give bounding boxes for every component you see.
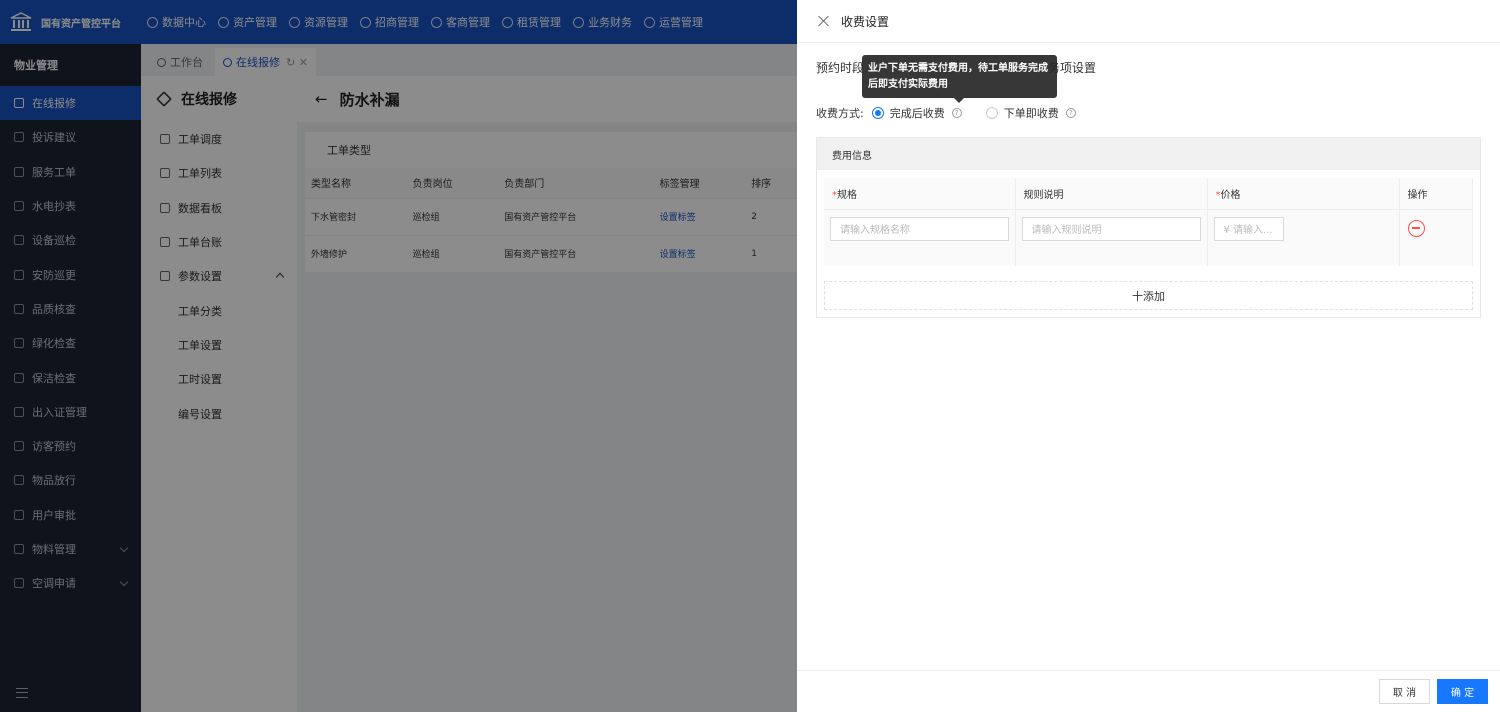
column-label: 价格	[1220, 189, 1241, 201]
column-header-spec: *规格	[824, 178, 1016, 209]
close-icon[interactable]	[817, 14, 831, 28]
remove-row-icon[interactable]	[1407, 219, 1425, 237]
column-header-price: *价格	[1207, 178, 1400, 209]
fee-header-row: *规格 规则说明 *价格 操作	[824, 178, 1473, 209]
rule-input[interactable]: 请输入规则说明	[1021, 216, 1201, 241]
spec-input[interactable]: 请输入规格名称	[830, 216, 1009, 241]
fee-table: *规格 规则说明 *价格 操作 请输入规格名称 请输入规则说明 ¥ 请输入...	[824, 178, 1473, 266]
drawer-footer: 取 消 确 定	[797, 670, 1500, 712]
column-header-op: 操作	[1399, 178, 1473, 209]
modal-mask[interactable]	[0, 0, 797, 712]
table-row: 请输入规格名称 请输入规则说明 ¥ 请输入...	[824, 208, 1473, 266]
cancel-button[interactable]: 取 消	[1379, 679, 1430, 704]
fee-info-box: 费用信息 *规格 规则说明 *价格 操作 请输入规格名称 请输入规则说明 ¥ 请…	[816, 137, 1481, 318]
spec-cell: 请输入规格名称	[824, 208, 1016, 266]
add-row-button[interactable]: 十添加	[824, 281, 1473, 310]
radio-pay-after[interactable]: 完成后收费?	[871, 105, 978, 121]
op-cell	[1399, 208, 1473, 266]
drawer-header: 收费设置	[797, 0, 1500, 43]
tab-booking-period[interactable]: 预约时段	[816, 59, 864, 76]
help-icon[interactable]: ?	[1065, 108, 1076, 118]
drawer-title: 收费设置	[841, 14, 890, 29]
charge-method-row: 收费方式: 完成后收费? 下单即收费?	[816, 104, 1092, 122]
column-header-rule: 规则说明	[1015, 178, 1208, 209]
radio-label: 下单即收费	[1003, 107, 1059, 120]
column-label: 规格	[837, 189, 857, 201]
fee-info-title: 费用信息	[817, 138, 1480, 170]
radio-checked-icon	[871, 107, 884, 119]
radio-label: 完成后收费	[889, 107, 945, 120]
radio-pay-on-order[interactable]: 下单即收费?	[985, 105, 1092, 121]
price-cell: ¥ 请输入...	[1207, 208, 1400, 266]
price-input[interactable]: ¥ 请输入...	[1213, 216, 1284, 241]
column-label: 规则说明	[1023, 189, 1064, 201]
confirm-button[interactable]: 确 定	[1437, 679, 1488, 704]
column-label: 操作	[1407, 189, 1428, 201]
radio-unchecked-icon	[985, 107, 998, 119]
charge-method-label: 收费方式:	[816, 107, 864, 120]
rule-cell: 请输入规则说明	[1015, 208, 1208, 266]
fee-settings-drawer: 收费设置 预约时段 务项设置 收费方式: 完成后收费? 下单即收费? 费用信息 …	[797, 0, 1500, 712]
charge-help-tooltip: 业户下单无需支付费用，待工单服务完成后即支付实际费用	[862, 55, 1057, 103]
help-icon[interactable]: ?	[951, 108, 962, 118]
